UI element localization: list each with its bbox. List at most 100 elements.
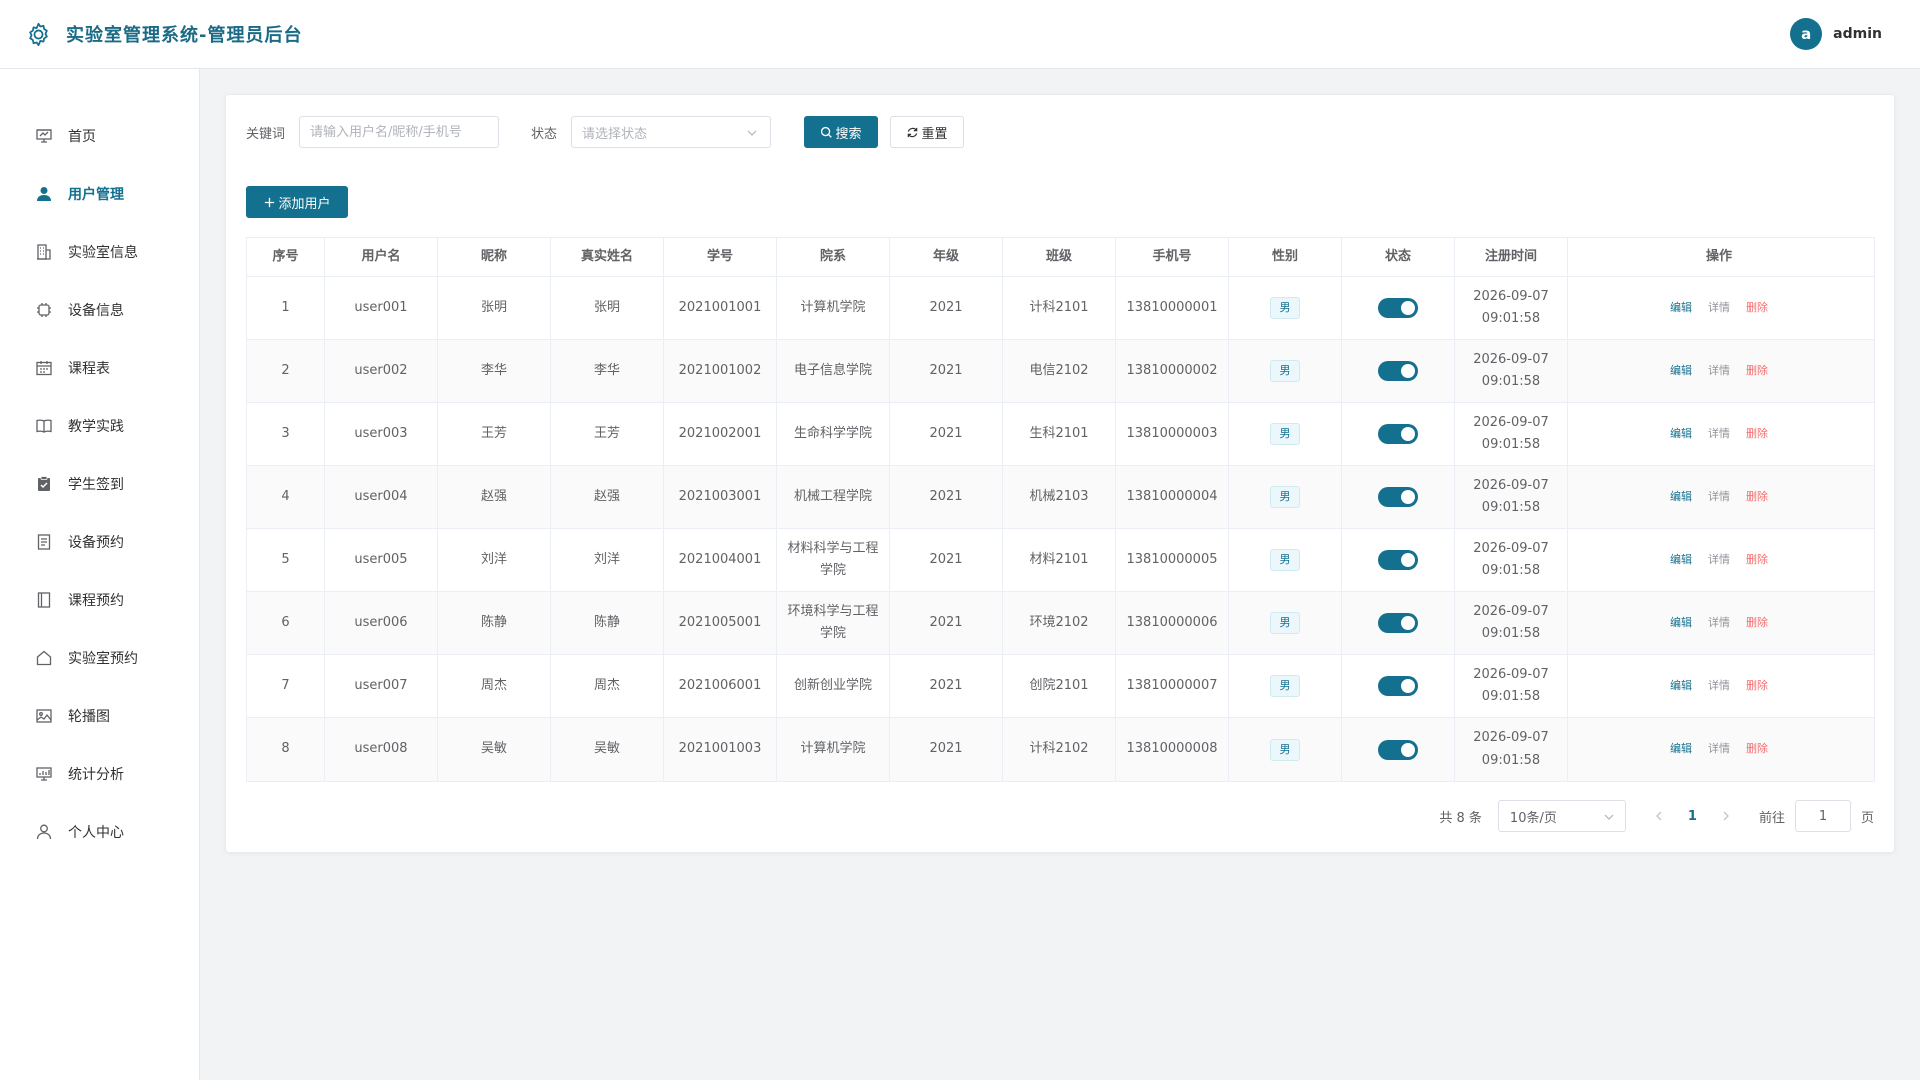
header-col-register-time: 注册时间 [1455, 238, 1568, 276]
sidebar-item-teaching[interactable]: 教学实践 [0, 406, 199, 446]
user-icon [37, 187, 51, 201]
next-page-icon[interactable] [1719, 809, 1733, 823]
delete-link[interactable]: 删除 [1746, 740, 1768, 759]
status-toggle[interactable] [1378, 550, 1418, 570]
delete-link[interactable]: 删除 [1746, 677, 1768, 696]
cell-actions: 编辑 详情 删除 [1568, 466, 1870, 528]
header-col-no: 序号 [247, 238, 325, 276]
cell-no: 1 [247, 277, 325, 339]
edit-link[interactable]: 编辑 [1670, 362, 1692, 381]
delete-link[interactable]: 删除 [1746, 425, 1768, 444]
detail-link[interactable]: 详情 [1708, 551, 1730, 570]
cell-realname: 王芳 [551, 403, 664, 465]
avatar[interactable]: a [1790, 18, 1823, 50]
detail-link[interactable]: 详情 [1708, 740, 1730, 759]
edit-link[interactable]: 编辑 [1670, 425, 1692, 444]
search-button[interactable]: 搜索 [804, 116, 878, 148]
delete-link[interactable]: 删除 [1746, 488, 1768, 507]
row-actions: 编辑 详情 删除 [1670, 488, 1768, 507]
sidebar-item-profile[interactable]: 个人中心 [0, 812, 199, 852]
goto-page-input[interactable] [1794, 800, 1851, 832]
sidebar-item-equipment-booking[interactable]: 设备预约 [0, 522, 199, 562]
status-toggle[interactable] [1378, 361, 1418, 381]
cell-student-id: 2021005001 [664, 592, 777, 654]
cell-gender: 男 [1229, 655, 1342, 717]
user-menu[interactable]: a admin [1790, 18, 1882, 50]
gender-tag: 男 [1270, 297, 1300, 319]
cell-username: user004 [325, 466, 438, 528]
sidebar-item-checkin[interactable]: 学生签到 [0, 464, 199, 504]
status-toggle[interactable] [1378, 424, 1418, 444]
edit-link[interactable]: 编辑 [1670, 740, 1692, 759]
status-toggle[interactable] [1378, 613, 1418, 633]
status-toggle[interactable] [1378, 739, 1418, 760]
delete-link[interactable]: 删除 [1746, 362, 1768, 381]
sidebar-item-users[interactable]: 用户管理 [0, 174, 199, 214]
add-user-button[interactable]: 添加用户 [246, 186, 348, 218]
detail-link[interactable]: 详情 [1708, 425, 1730, 444]
reset-button[interactable]: 重置 [890, 116, 964, 148]
page-size-value: 10条/页 [1509, 810, 1557, 826]
sidebar-item-label: 实验室信息 [68, 245, 138, 261]
cell-username: user002 [325, 340, 438, 402]
sidebar-item-course-booking[interactable]: 课程预约 [0, 580, 199, 620]
cell-register-time: 2026-09-07 09:01:58 [1455, 403, 1568, 465]
total-count: 共 8 条 [1439, 810, 1482, 826]
gender-tag: 男 [1270, 486, 1300, 508]
sidebar-item-label: 课程表 [68, 361, 110, 377]
header-col-gender: 性别 [1229, 238, 1342, 276]
edit-link[interactable]: 编辑 [1670, 299, 1692, 318]
delete-link[interactable]: 删除 [1746, 614, 1768, 633]
page-number-current[interactable]: 1 [1688, 809, 1697, 824]
toggle-knob [1401, 364, 1415, 378]
edit-link[interactable]: 编辑 [1670, 677, 1692, 696]
cell-username: user006 [325, 592, 438, 654]
cell-nickname: 陈静 [438, 592, 551, 654]
detail-link[interactable]: 详情 [1708, 614, 1730, 633]
row-actions: 编辑 详情 删除 [1670, 551, 1768, 570]
status-select[interactable]: 请选择状态 [571, 116, 771, 148]
status-toggle[interactable] [1378, 676, 1418, 696]
status-select-placeholder: 请选择状态 [582, 126, 648, 142]
gear-icon [29, 22, 48, 46]
sidebar-item-label: 课程预约 [68, 593, 124, 609]
sidebar-item-lab-info[interactable]: 实验室信息 [0, 232, 199, 272]
delete-link[interactable]: 删除 [1746, 551, 1768, 570]
username[interactable]: admin [1833, 26, 1882, 42]
header-col-grade: 年级 [890, 238, 1003, 276]
sidebar-item-carousel[interactable]: 轮播图 [0, 696, 199, 736]
detail-link[interactable]: 详情 [1708, 488, 1730, 507]
sidebar-item-equipment[interactable]: 设备信息 [0, 290, 199, 330]
sidebar-item-statistics[interactable]: 统计分析 [0, 754, 199, 794]
chip-icon [37, 303, 51, 317]
sidebar-item-label: 首页 [68, 129, 96, 145]
edit-link[interactable]: 编辑 [1670, 551, 1692, 570]
detail-link[interactable]: 详情 [1708, 362, 1730, 381]
detail-link[interactable]: 详情 [1708, 677, 1730, 696]
status-toggle[interactable] [1378, 487, 1418, 507]
register-date: 2026-09-07 [1473, 288, 1549, 304]
cell-gender: 男 [1229, 277, 1342, 339]
sidebar-item-schedule[interactable]: 课程表 [0, 348, 199, 388]
cell-status [1342, 403, 1455, 465]
keyword-search-input[interactable] [299, 116, 499, 148]
user-management-panel: 关键词 状态 请选择状态 搜索 重置 添加用户 序号用户名昵称真实姓名学号院系年… [225, 94, 1895, 853]
cell-status [1342, 718, 1455, 781]
edit-link[interactable]: 编辑 [1670, 614, 1692, 633]
delete-link[interactable]: 删除 [1746, 299, 1768, 318]
detail-link[interactable]: 详情 [1708, 299, 1730, 318]
sidebar-item-label: 教学实践 [68, 419, 124, 435]
cell-realname: 周杰 [551, 655, 664, 717]
sidebar-item-home[interactable]: 首页 [0, 116, 199, 156]
page-size-select[interactable]: 10条/页 [1497, 800, 1626, 832]
cell-student-id: 2021006001 [664, 655, 777, 717]
cell-grade: 2021 [890, 655, 1003, 717]
sidebar-item-lab-booking[interactable]: 实验室预约 [0, 638, 199, 678]
prev-page-icon[interactable] [1652, 809, 1666, 823]
cell-class: 机械2103 [1003, 466, 1116, 528]
cell-actions: 编辑 详情 删除 [1568, 718, 1870, 781]
sidebar-item-label: 设备信息 [68, 303, 124, 319]
status-toggle[interactable] [1378, 298, 1418, 318]
edit-link[interactable]: 编辑 [1670, 488, 1692, 507]
cell-phone: 13810000008 [1116, 718, 1229, 781]
